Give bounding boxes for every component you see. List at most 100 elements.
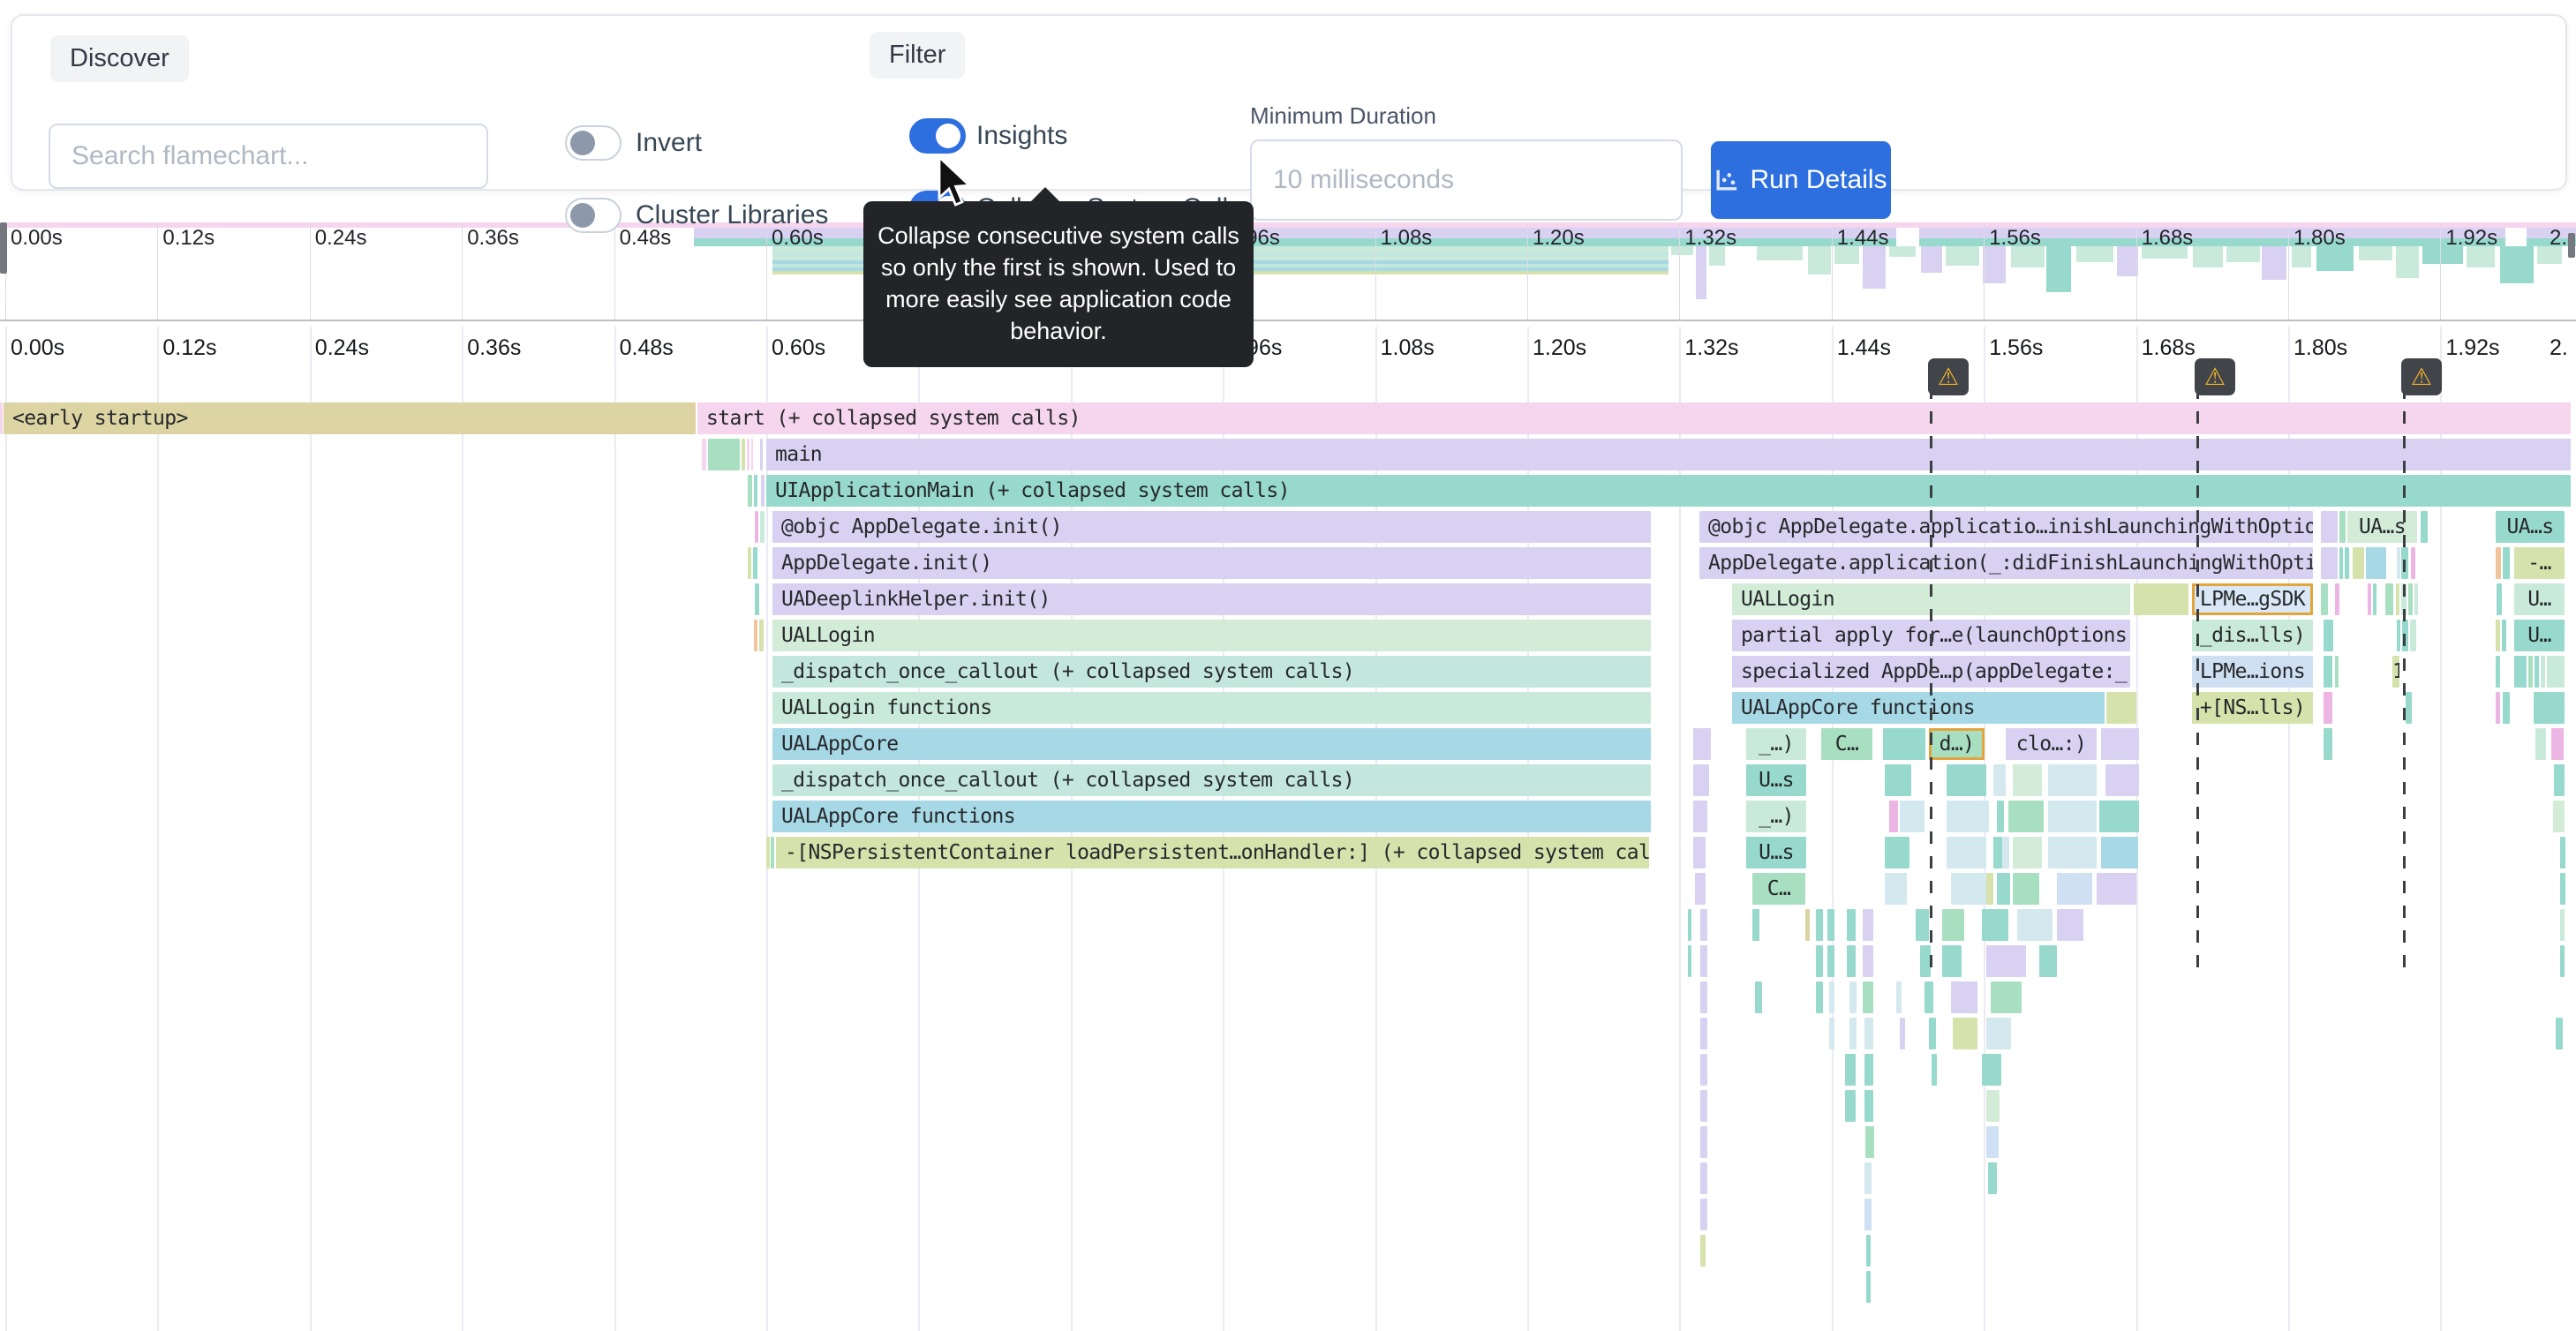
flame-block[interactable]: [1982, 909, 2008, 941]
flame-block[interactable]: [1988, 1162, 1997, 1194]
flame-block[interactable]: [2397, 547, 2400, 579]
flame-block[interactable]: [766, 837, 770, 869]
warning-icon[interactable]: ⚠: [2195, 358, 2235, 395]
flame-block[interactable]: [2541, 656, 2545, 688]
flame-block[interactable]: [748, 475, 752, 507]
flame-block[interactable]: [2503, 547, 2510, 579]
flame-block[interactable]: [2339, 547, 2343, 579]
flame-block[interactable]: UALLogin functions: [772, 692, 1651, 724]
flame-block[interactable]: [1889, 801, 1898, 832]
flame-block[interactable]: [1700, 1162, 1707, 1194]
cluster-libraries-toggle[interactable]: [565, 198, 621, 233]
flame-block[interactable]: [1816, 909, 1823, 941]
flame-block[interactable]: [2097, 873, 2136, 905]
flame-block[interactable]: [771, 837, 774, 869]
flame-block[interactable]: [2554, 764, 2565, 796]
flame-block[interactable]: <early startup>: [4, 402, 696, 434]
flame-block[interactable]: [2321, 583, 2328, 615]
flame-block[interactable]: [760, 511, 765, 543]
flame-block[interactable]: [1993, 837, 2002, 869]
flame-block[interactable]: [2534, 692, 2565, 724]
flame-block[interactable]: [0, 402, 3, 434]
flame-block[interactable]: start (+ collapsed system calls): [697, 402, 2571, 434]
flame-block[interactable]: [1885, 837, 1909, 869]
flame-block[interactable]: [2547, 656, 2565, 688]
flame-block[interactable]: [2057, 873, 2092, 905]
minimap-viewport-handle[interactable]: [0, 222, 7, 274]
flame-block[interactable]: [2560, 873, 2565, 905]
flame-block[interactable]: [1993, 764, 2006, 796]
flame-block[interactable]: [1693, 728, 1711, 760]
flame-block[interactable]: [2560, 837, 2565, 869]
flame-block[interactable]: [1700, 909, 1707, 941]
flame-block[interactable]: UA…s: [2347, 511, 2417, 543]
flame-block[interactable]: [1755, 981, 1762, 1013]
flame-block[interactable]: C…: [1752, 873, 1805, 905]
flame-block[interactable]: [754, 620, 757, 651]
warning-icon[interactable]: ⚠: [1928, 358, 1969, 395]
flame-block[interactable]: [1866, 1271, 1871, 1303]
flame-block[interactable]: _…): [1746, 728, 1806, 760]
flame-block[interactable]: [1947, 837, 1986, 869]
flame-block[interactable]: [1700, 981, 1707, 1013]
flame-block[interactable]: [1951, 873, 1986, 905]
flame-block[interactable]: [1700, 1235, 1706, 1267]
flame-block[interactable]: [2496, 547, 2501, 579]
flame-block[interactable]: [2324, 728, 2332, 760]
flame-block[interactable]: [2013, 873, 2039, 905]
minimum-duration-input[interactable]: [1250, 139, 1683, 221]
flame-block[interactable]: UA…s: [2496, 511, 2565, 543]
flame-block[interactable]: [2017, 909, 2053, 941]
flame-block[interactable]: [1866, 1235, 1871, 1267]
flame-block[interactable]: [2013, 837, 2042, 869]
warning-icon[interactable]: ⚠: [2401, 358, 2442, 395]
flame-block[interactable]: UALLogin: [772, 620, 1651, 651]
flame-block[interactable]: [1951, 981, 1977, 1013]
flame-block[interactable]: @objc AppDelegate.applicatio…inishLaunch…: [1699, 511, 2313, 543]
flame-block[interactable]: 1: [2392, 656, 2399, 688]
flame-block[interactable]: [755, 511, 758, 543]
flame-block[interactable]: [754, 475, 757, 507]
flame-block[interactable]: -[NSPersistentContainer loadPersistent…o…: [776, 837, 1649, 869]
flame-block[interactable]: [2106, 692, 2136, 724]
flame-block[interactable]: [2396, 583, 2399, 615]
flame-block[interactable]: [1900, 1018, 1905, 1049]
flame-block[interactable]: [2013, 764, 2042, 796]
flame-block[interactable]: _…): [1746, 801, 1806, 832]
flame-block[interactable]: [2411, 547, 2415, 579]
flame-block[interactable]: [2321, 511, 2338, 543]
flame-block[interactable]: UALAppCore functions: [1732, 692, 2105, 724]
flame-block[interactable]: [2556, 1018, 2563, 1049]
flame-block[interactable]: [2039, 945, 2057, 977]
flame-block[interactable]: [2503, 692, 2510, 724]
flame-block[interactable]: [2002, 837, 2009, 869]
insights-toggle[interactable]: [909, 118, 966, 154]
flame-block[interactable]: [2397, 620, 2400, 651]
flame-block[interactable]: d…): [1929, 728, 1985, 760]
flame-block[interactable]: [759, 620, 764, 651]
flame-block[interactable]: -…: [2514, 547, 2565, 579]
flame-block[interactable]: [2048, 837, 2097, 869]
flame-block[interactable]: U…s: [1746, 764, 1806, 796]
flame-block[interactable]: [2496, 692, 2500, 724]
flame-block[interactable]: C…: [1821, 728, 1872, 760]
flame-block[interactable]: [1695, 873, 1706, 905]
flame-block[interactable]: [2057, 909, 2083, 941]
flame-block[interactable]: [2324, 620, 2333, 651]
flame-block[interactable]: [2353, 547, 2364, 579]
flame-block[interactable]: [2421, 511, 2428, 543]
flame-block[interactable]: [2321, 547, 2338, 579]
flame-block[interactable]: [2406, 692, 2412, 724]
flame-block[interactable]: [2514, 656, 2527, 688]
flame-block[interactable]: [748, 547, 751, 579]
flame-block[interactable]: [1947, 801, 1989, 832]
flame-block[interactable]: [1863, 909, 1873, 941]
flame-block[interactable]: [1693, 837, 1706, 869]
flame-block[interactable]: [1924, 981, 1933, 1013]
flame-block[interactable]: [1947, 764, 1986, 796]
flame-block[interactable]: [2535, 728, 2546, 760]
flame-block[interactable]: [2560, 909, 2565, 941]
flame-block[interactable]: [1865, 1126, 1874, 1158]
flame-block[interactable]: [1752, 909, 1759, 941]
flame-block[interactable]: [2553, 801, 2565, 832]
